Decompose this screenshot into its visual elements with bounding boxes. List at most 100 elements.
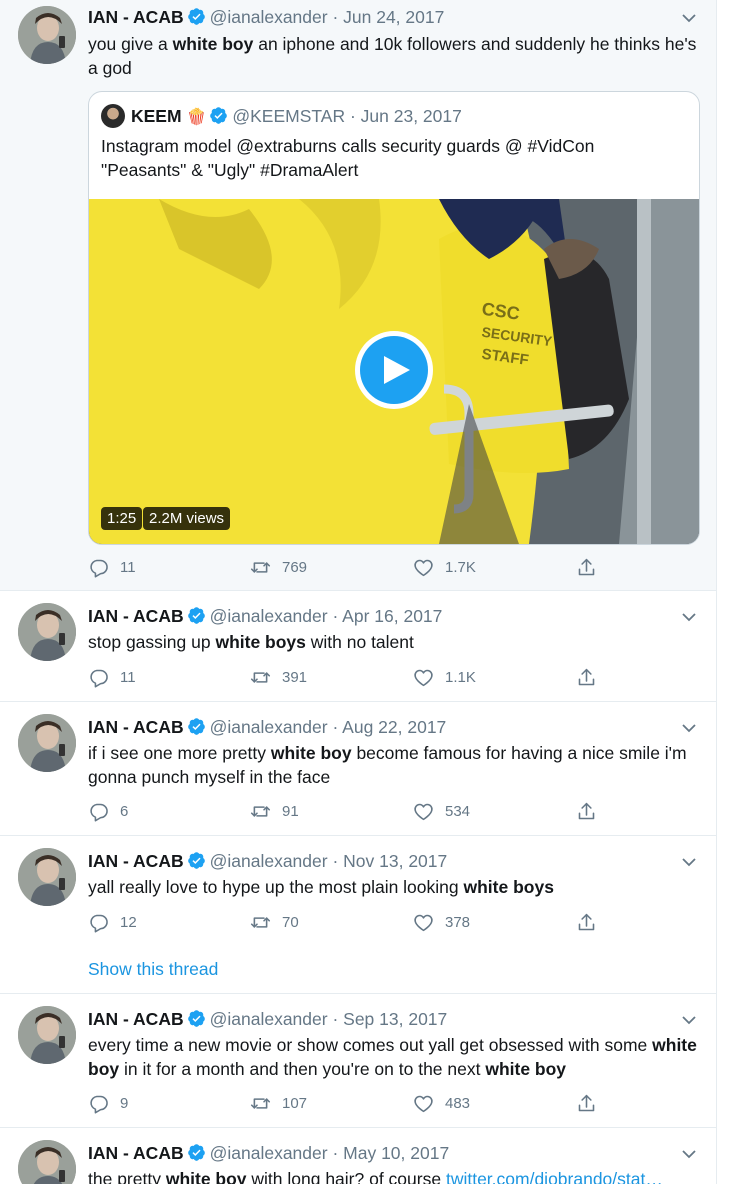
share-button[interactable] xyxy=(576,666,608,688)
author-name[interactable]: IAN - ACAB xyxy=(88,7,184,27)
tweet-link[interactable]: twitter.com/diobrando/stat… xyxy=(446,1169,663,1184)
avatar[interactable] xyxy=(18,848,76,906)
tweet-text: the pretty white boy with long hair? of … xyxy=(88,1167,698,1184)
author-handle[interactable]: @ianalexander xyxy=(210,1143,328,1163)
reply-button[interactable]: 12 xyxy=(88,911,137,933)
retweet-button[interactable]: 391 xyxy=(250,666,307,688)
share-button[interactable] xyxy=(576,800,608,822)
text-segment: stop gassing up xyxy=(88,632,216,652)
author-name[interactable]: IAN - ACAB xyxy=(88,1009,184,1029)
reply-count: 11 xyxy=(120,558,136,576)
tweet-date[interactable]: Aug 22, 2017 xyxy=(342,717,446,737)
verified-icon xyxy=(210,107,228,124)
reply-count: 9 xyxy=(120,1094,129,1112)
avatar[interactable] xyxy=(18,1006,76,1064)
share-icon xyxy=(578,558,595,575)
reply-button[interactable]: 11 xyxy=(88,556,136,578)
tweet[interactable]: IAN - ACAB @ianalexander · Aug 22, 2017 i… xyxy=(0,702,716,836)
text-segment: with long hair? of course xyxy=(246,1169,446,1184)
tweet[interactable]: IAN - ACAB @ianalexander · Nov 13, 2017 y… xyxy=(0,836,716,994)
author-name[interactable]: IAN - ACAB xyxy=(88,851,184,871)
video-player[interactable]: CSC SECURITY STAFF 1:25 2.2M views xyxy=(89,199,699,544)
like-button[interactable]: 1.1K xyxy=(413,666,476,688)
chevron-down-icon[interactable] xyxy=(680,1145,698,1163)
author-handle[interactable]: @ianalexander xyxy=(210,717,328,737)
retweet-count: 70 xyxy=(282,913,299,931)
highlighted-keyword: white boys xyxy=(215,632,306,652)
chevron-down-icon[interactable] xyxy=(680,1011,698,1029)
like-button[interactable]: 378 xyxy=(413,911,470,933)
play-button[interactable] xyxy=(355,331,433,409)
like-icon xyxy=(414,914,433,931)
tweet-header: IAN - ACAB @ianalexander · Apr 16, 2017 xyxy=(88,606,443,626)
avatar[interactable] xyxy=(18,1140,76,1184)
share-icon xyxy=(578,802,595,819)
reply-icon xyxy=(90,669,108,687)
text-segment: yall really love to hype up the most pla… xyxy=(88,877,464,897)
tweet-text: you give a white boy an iphone and 10k f… xyxy=(88,32,698,80)
author-name[interactable]: IAN - ACAB xyxy=(88,717,184,737)
highlighted-keyword: white boys xyxy=(463,877,554,897)
retweet-count: 91 xyxy=(282,802,299,820)
retweet-count: 391 xyxy=(282,668,308,686)
like-button[interactable]: 534 xyxy=(413,800,470,822)
avatar[interactable] xyxy=(18,603,76,661)
reply-button[interactable]: 11 xyxy=(88,666,136,688)
reply-button[interactable]: 6 xyxy=(88,800,128,822)
tweet-text: every time a new movie or show comes out… xyxy=(88,1033,698,1081)
text-segment: with no talent xyxy=(305,632,414,652)
retweet-button[interactable]: 107 xyxy=(250,1092,307,1114)
chevron-down-icon[interactable] xyxy=(680,719,698,737)
share-icon xyxy=(578,668,595,685)
tweet-actions: 12 70 378 xyxy=(88,911,608,933)
author-name[interactable]: IAN - ACAB xyxy=(88,606,184,626)
quoted-tweet[interactable]: KEEM 🍿 @KEEMSTAR · Jun 23, 2017 Instagram… xyxy=(88,91,700,545)
chevron-down-icon[interactable] xyxy=(680,9,698,27)
tweet[interactable]: IAN - ACAB @ianalexander · May 10, 2017 t… xyxy=(0,1128,716,1184)
like-button[interactable]: 483 xyxy=(413,1092,470,1114)
tweet-header: IAN - ACAB @ianalexander · May 10, 2017 xyxy=(88,1143,450,1163)
retweet-button[interactable]: 91 xyxy=(250,800,299,822)
like-button[interactable]: 1.7K xyxy=(413,556,476,578)
quote-avatar xyxy=(101,104,125,128)
retweet-count: 107 xyxy=(282,1094,308,1112)
retweet-icon xyxy=(250,805,271,817)
reply-button[interactable]: 9 xyxy=(88,1092,128,1114)
author-name[interactable]: IAN - ACAB xyxy=(88,1143,184,1163)
quote-text: Instagram model @extraburns calls securi… xyxy=(101,136,595,180)
like-icon xyxy=(414,1095,433,1112)
retweet-button[interactable]: 769 xyxy=(250,556,307,578)
tweet-date[interactable]: May 10, 2017 xyxy=(343,1143,449,1163)
share-button[interactable] xyxy=(576,1092,608,1114)
author-handle[interactable]: @ianalexander xyxy=(210,851,328,871)
share-button[interactable] xyxy=(576,556,608,578)
share-icon xyxy=(578,913,595,930)
tweet-header: IAN - ACAB @ianalexander · Aug 22, 2017 xyxy=(88,717,447,737)
chevron-down-icon[interactable] xyxy=(680,608,698,626)
tweet-text: yall really love to hype up the most pla… xyxy=(88,875,698,899)
author-handle[interactable]: @ianalexander xyxy=(210,7,328,27)
reply-icon xyxy=(90,803,108,821)
author-handle[interactable]: @ianalexander xyxy=(210,1009,328,1029)
retweet-button[interactable]: 70 xyxy=(250,911,299,933)
tweet[interactable]: IAN - ACAB @ianalexander · Apr 16, 2017 s… xyxy=(0,591,716,702)
highlighted-keyword: white boy xyxy=(172,34,254,54)
tweet-date[interactable]: Jun 24, 2017 xyxy=(343,7,444,27)
retweet-icon xyxy=(250,671,271,683)
tweet-date[interactable]: Apr 16, 2017 xyxy=(342,606,442,626)
text-segment: every time a new movie or show comes out… xyxy=(88,1035,653,1055)
quote-header: KEEM 🍿 @KEEMSTAR · Jun 23, 2017 xyxy=(101,104,462,130)
verified-icon xyxy=(187,718,205,735)
tweet-date[interactable]: Nov 13, 2017 xyxy=(343,851,447,871)
avatar[interactable] xyxy=(18,6,76,64)
reply-count: 11 xyxy=(120,668,136,686)
tweet-date[interactable]: Sep 13, 2017 xyxy=(343,1009,447,1029)
share-button[interactable] xyxy=(576,911,608,933)
author-handle[interactable]: @ianalexander xyxy=(210,606,328,626)
tweet-header: IAN - ACAB @ianalexander · Nov 13, 2017 xyxy=(88,851,448,871)
chevron-down-icon[interactable] xyxy=(680,853,698,871)
tweet[interactable]: IAN - ACAB @ianalexander · Jun 24, 2017 y… xyxy=(0,0,716,591)
avatar[interactable] xyxy=(18,714,76,772)
show-thread-link[interactable]: Show this thread xyxy=(88,959,218,980)
tweet[interactable]: IAN - ACAB @ianalexander · Sep 13, 2017 e… xyxy=(0,994,716,1128)
